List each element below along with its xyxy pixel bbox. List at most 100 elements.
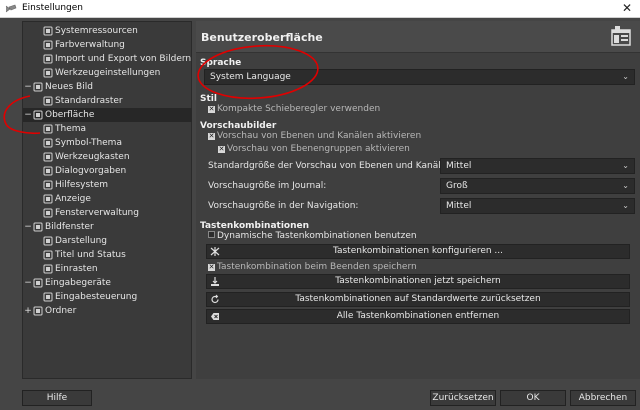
tree-item-label: Bildfenster: [45, 222, 94, 232]
tree-item-label: Eingabesteuerung: [55, 292, 138, 302]
tree-item-label: Einrasten: [55, 264, 98, 274]
image-window-icon: [33, 222, 43, 232]
default-preview-size-label: Standardgröße der Vorschau von Ebenen un…: [208, 161, 456, 171]
tree-item[interactable]: Darstellung: [23, 234, 192, 248]
reset-shortcuts-button[interactable]: Tastenkombinationen auf Standardwerte zu…: [206, 292, 630, 307]
tree-item-label: Symbol-Thema: [55, 138, 122, 148]
snapping-icon: [43, 264, 53, 274]
interface-icon: [33, 110, 43, 120]
tree-item[interactable]: Hilfesystem: [23, 178, 192, 192]
layer-group-preview-checkbox[interactable]: ✕ Vorschau von Ebenengruppen aktivieren: [218, 144, 410, 154]
shortcuts-configure-icon: [210, 247, 220, 256]
save-on-exit-checkbox[interactable]: ✕ Tastenkombination beim Beenden speicher…: [208, 262, 417, 272]
input-controllers-icon: [43, 292, 53, 302]
save-icon: [211, 277, 219, 286]
tree-item[interactable]: + Ordner: [23, 304, 192, 318]
tree-item-label: Oberfläche: [45, 110, 95, 120]
save-shortcuts-now-button[interactable]: Tastenkombinationen jetzt speichern: [206, 274, 630, 289]
tree-item-label: Werkzeugkasten: [55, 152, 130, 162]
new-image-icon: [33, 82, 43, 92]
appearance-icon: [43, 236, 53, 246]
layer-preview-checkbox[interactable]: ✕ Vorschau von Ebenen und Kanälen aktivie…: [208, 131, 421, 141]
compact-sliders-checkbox[interactable]: ✕ Kompakte Schieberegler verwenden: [208, 104, 380, 114]
collapse-icon[interactable]: −: [23, 276, 33, 290]
cancel-button[interactable]: Abbrechen: [570, 390, 636, 406]
nav-preview-size-select[interactable]: Mittel ⌄: [440, 198, 635, 214]
interface-large-icon: [611, 26, 631, 46]
journal-preview-size-label: Vorschaugröße im Journal:: [208, 181, 327, 191]
tree-item[interactable]: Farbverwaltung: [23, 38, 192, 52]
save-shortcuts-now-label: Tastenkombinationen jetzt speichern: [335, 276, 501, 286]
gimp-app-icon: [5, 4, 17, 13]
import-export-icon: [43, 54, 53, 64]
preferences-panel: Benutzeroberfläche Sprache System Langua…: [196, 21, 640, 379]
configure-shortcuts-label: Tastenkombinationen konfigurieren ...: [332, 246, 504, 256]
tree-item[interactable]: Werkzeugkasten: [23, 150, 192, 164]
collapse-icon[interactable]: −: [23, 220, 33, 234]
vorschaubilder-heading: Vorschaubilder: [200, 121, 277, 131]
window-management-icon: [43, 208, 53, 218]
default-grid-icon: [43, 96, 53, 106]
tree-item[interactable]: Titel und Status: [23, 248, 192, 262]
layer-preview-label: Vorschau von Ebenen und Kanälen aktivier…: [217, 131, 422, 141]
dynamic-shortcuts-label: Dynamische Tastenkombinationen benutzen: [217, 231, 417, 241]
tree-item-label: Anzeige: [55, 194, 91, 204]
tree-item[interactable]: Werkzeugeinstellungen: [23, 66, 192, 80]
journal-preview-size-value: Groß: [446, 181, 468, 191]
sprache-heading: Sprache: [200, 58, 242, 68]
layer-group-preview-label: Vorschau von Ebenengruppen aktivieren: [227, 144, 410, 154]
tree-item-label: Eingabegeräte: [45, 278, 111, 288]
clear-icon: [211, 313, 219, 320]
journal-preview-size-select[interactable]: Groß ⌄: [440, 178, 635, 194]
save-on-exit-label: Tastenkombination beim Beenden speichern: [217, 262, 417, 272]
configure-shortcuts-button[interactable]: Tastenkombinationen konfigurieren ...: [206, 244, 630, 259]
folders-icon: [33, 306, 43, 316]
tool-options-icon: [43, 68, 53, 78]
tree-item-label: Werkzeugeinstellungen: [55, 68, 161, 78]
toolbox-icon: [43, 152, 53, 162]
ok-button[interactable]: OK: [500, 390, 566, 406]
tree-item[interactable]: Eingabesteuerung: [23, 290, 192, 304]
tree-item-label: Hilfesystem: [55, 180, 109, 190]
collapse-icon[interactable]: −: [23, 80, 33, 94]
icon-theme-icon: [43, 138, 53, 148]
tree-item-label: Farbverwaltung: [55, 40, 125, 50]
tree-item[interactable]: Standardraster: [23, 94, 192, 108]
tree-item[interactable]: − Bildfenster: [23, 220, 192, 234]
stil-heading: Stil: [200, 94, 217, 104]
reset-shortcuts-label: Tastenkombinationen auf Standardwerte zu…: [295, 294, 541, 304]
default-preview-size-value: Mittel: [446, 161, 472, 171]
window-titlebar: Einstellungen ✕: [0, 0, 640, 18]
remove-all-shortcuts-button[interactable]: Alle Tastenkombinationen entfernen: [206, 309, 630, 324]
checkbox-checked-icon: ✕: [218, 145, 225, 153]
tree-item[interactable]: − Neues Bild: [23, 80, 192, 94]
tree-item[interactable]: Import und Export von Bildern: [23, 52, 192, 66]
tree-item[interactable]: Dialogvorgaben: [23, 164, 192, 178]
tree-item-label: Neues Bild: [45, 82, 93, 92]
tree-item[interactable]: − Oberfläche: [23, 108, 192, 122]
tree-item[interactable]: Symbol-Thema: [23, 136, 192, 150]
reset-button[interactable]: Zurücksetzen: [430, 390, 496, 406]
reset-icon: [211, 294, 219, 304]
dynamic-shortcuts-checkbox[interactable]: Dynamische Tastenkombinationen benutzen: [208, 231, 417, 241]
checkbox-unchecked-icon: [208, 231, 215, 238]
language-select[interactable]: System Language ⌄: [204, 69, 635, 85]
close-icon[interactable]: ✕: [622, 1, 632, 15]
chevron-down-icon: ⌄: [622, 72, 629, 81]
tree-item-label: Standardraster: [55, 96, 123, 106]
tree-item-label: Ordner: [45, 306, 77, 316]
tree-item[interactable]: Fensterverwaltung: [23, 206, 192, 220]
input-devices-icon: [33, 278, 43, 288]
tree-item[interactable]: − Eingabegeräte: [23, 276, 192, 290]
help-button[interactable]: Hilfe: [22, 390, 92, 406]
tree-item[interactable]: Einrasten: [23, 262, 192, 276]
tree-item[interactable]: Thema: [23, 122, 192, 136]
expand-icon[interactable]: +: [23, 304, 33, 318]
tree-item[interactable]: Anzeige: [23, 192, 192, 206]
window-title: Einstellungen: [22, 3, 84, 13]
tree-item[interactable]: Systemressourcen: [23, 24, 192, 38]
chevron-down-icon: ⌄: [622, 201, 629, 210]
tree-item-label: Darstellung: [55, 236, 108, 246]
default-preview-size-select[interactable]: Mittel ⌄: [440, 158, 635, 174]
collapse-icon[interactable]: −: [23, 108, 33, 122]
